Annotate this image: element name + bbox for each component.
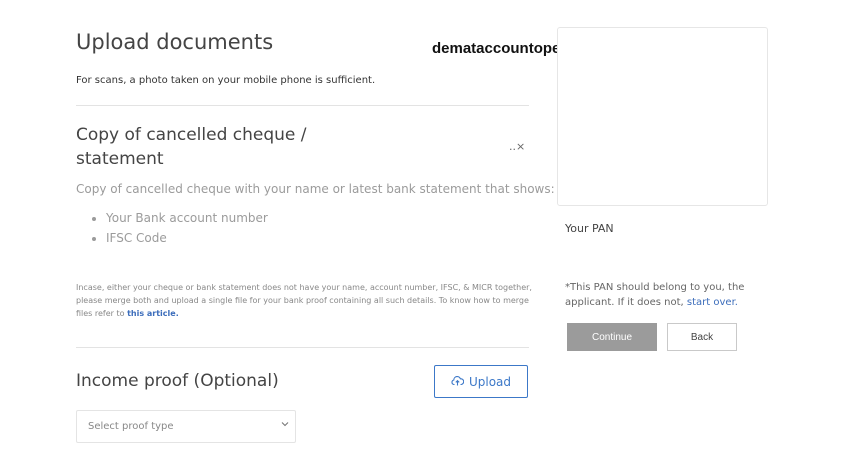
divider xyxy=(76,105,529,106)
upload-button[interactable]: Upload xyxy=(434,365,528,398)
article-link[interactable]: this article. xyxy=(127,309,179,318)
upload-button-label: Upload xyxy=(468,374,512,389)
pan-label: Your PAN xyxy=(565,222,614,235)
pan-note: *This PAN should belong to you, the appl… xyxy=(565,280,755,310)
back-button[interactable]: Back xyxy=(667,323,737,351)
cheque-section-title: Copy of cancelled cheque / statement xyxy=(76,125,307,169)
page-subtitle: For scans, a photo taken on your mobile … xyxy=(76,75,376,86)
divider xyxy=(76,347,529,348)
pan-preview xyxy=(557,27,768,206)
cheque-note: Incase, either your cheque or bank state… xyxy=(76,281,536,320)
chevron-down-icon xyxy=(281,420,289,430)
page-title: Upload documents xyxy=(76,30,274,54)
close-icon[interactable]: ..× xyxy=(509,140,525,153)
income-section-title: Income proof (Optional) xyxy=(76,371,279,391)
list-item: Your Bank account number xyxy=(106,208,268,228)
select-placeholder: Select proof type xyxy=(88,421,174,432)
start-over-link[interactable]: start over. xyxy=(687,297,738,308)
proof-type-select[interactable]: Select proof type xyxy=(76,410,296,443)
list-item: IFSC Code xyxy=(106,228,268,248)
cheque-description: Copy of cancelled cheque with your name … xyxy=(76,182,555,196)
cheque-requirements-list: Your Bank account number IFSC Code xyxy=(76,208,268,248)
continue-button[interactable]: Continue xyxy=(567,323,657,351)
cloud-upload-icon xyxy=(451,375,465,389)
